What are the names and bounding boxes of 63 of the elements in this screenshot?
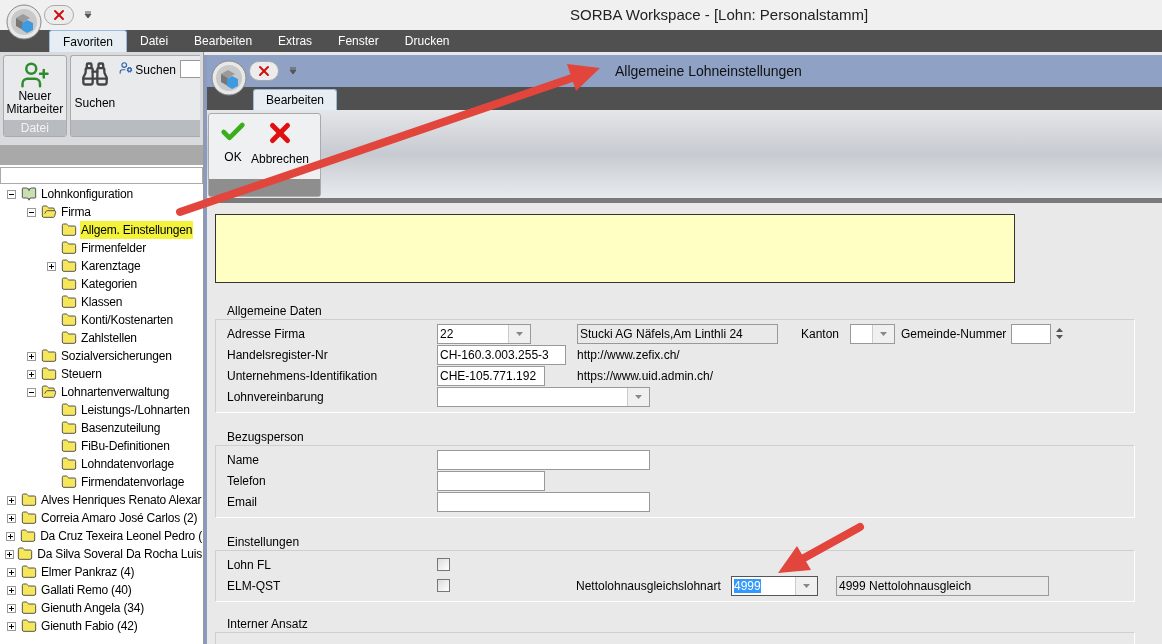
field-label: Name <box>227 451 260 469</box>
tree-item[interactable]: Konti/Kostenarten <box>80 311 174 329</box>
field-label: Lohnvereinbarung <box>227 388 325 406</box>
field-label: Gemeinde-Nummer <box>901 325 1008 343</box>
tree-item[interactable]: Alves Henriques Renato Alexar <box>40 491 203 509</box>
tree-item[interactable]: Klassen <box>80 293 124 311</box>
tree-item[interactable]: Da Silva Soveral Da Rocha Luis <box>36 545 203 563</box>
field-label: Nettolohnausgleichslohnart <box>576 577 722 595</box>
tree-item[interactable]: Correia Amaro José Carlos (2) <box>40 509 199 527</box>
tree-item[interactable]: Firmendatenvorlage <box>80 473 186 491</box>
tree-item[interactable]: Sozialversicherungen <box>60 347 173 365</box>
menu-tab[interactable]: Bearbeiten <box>181 30 266 52</box>
menu-tab[interactable]: Favoriten <box>49 30 128 52</box>
tree-item[interactable]: Firma <box>60 203 92 221</box>
tree-item[interactable]: Lohnkonfiguration <box>40 185 134 203</box>
field-label: Email <box>227 493 258 511</box>
field-label: Lohn FL <box>227 556 273 574</box>
tree-item[interactable]: Da Cruz Texeira Leonel Pedro ( <box>39 527 203 545</box>
tree-item[interactable]: Basenzuteilung <box>80 419 162 437</box>
ok-button[interactable]: OK <box>219 118 247 179</box>
field-label: ELM-QST <box>227 577 282 595</box>
tree-item[interactable]: Karenztage <box>80 257 142 275</box>
search-button[interactable]: Suchen <box>70 56 120 120</box>
tree-item[interactable]: Gienuth Angela (34) <box>40 599 145 617</box>
section-title: Interner Ansatz <box>227 616 309 632</box>
field-label: Adresse Firma <box>227 325 307 343</box>
tree-item[interactable]: Elmer Pankraz (4) <box>40 563 136 581</box>
field-label: Kanton <box>801 325 841 343</box>
tree-item[interactable]: Firmenfelder <box>80 239 147 257</box>
text-field[interactable]: CH-160.3.003.255-3 <box>437 344 566 365</box>
tree-item[interactable]: Zahlstellen <box>80 329 138 347</box>
section-title: Einstellungen <box>227 534 301 550</box>
tree-item[interactable]: Steuern <box>60 365 103 383</box>
section-title: Allgemeine Daten <box>227 303 323 319</box>
cancel-button[interactable]: Abbrechen <box>251 118 310 179</box>
search-small-button[interactable]: Suchen <box>119 56 176 120</box>
tree-item[interactable]: Gienuth Fabio (42) <box>40 617 139 635</box>
tree-item[interactable]: Gallati Remo (40) <box>40 581 133 599</box>
field-label: Handelsregister-Nr <box>227 346 329 364</box>
menu-tab[interactable]: Fenster <box>325 30 392 52</box>
window-title: SORBA Workspace - [Lohn: Personalstamm] <box>570 4 869 25</box>
tree-item[interactable]: Lohnartenverwaltung <box>60 383 171 401</box>
tree-item[interactable]: Kategorien <box>80 275 139 293</box>
field-label: Unternehmens-Identifikation <box>227 367 379 385</box>
tree-item[interactable]: Allgem. Einstellungen <box>80 221 194 239</box>
tree-item[interactable]: Leistungs-/Lohnarten <box>80 401 191 419</box>
address-combo[interactable]: 22 <box>437 323 531 344</box>
field-label: Telefon <box>227 472 267 490</box>
dialog-title: Allgemeine Lohneinstellungen <box>615 61 802 81</box>
section-title: Bezugsperson <box>227 429 305 445</box>
group-caption: Datei <box>4 120 66 136</box>
link[interactable]: http://www.zefix.ch/ <box>577 345 680 364</box>
menu-tab[interactable]: Datei <box>127 30 182 52</box>
tree-item[interactable]: Lohndatenvorlage <box>80 455 175 473</box>
address-display-field: Stucki AG Näfels,Am Linthli 24 <box>577 323 778 344</box>
wage-type-display-field: 4999 Nettolohnausgleich <box>836 575 1049 596</box>
new-employee-button[interactable]: Neuer Mitarbeiter <box>4 56 66 120</box>
text-field[interactable]: CHE-105.771.192 <box>437 365 545 386</box>
link[interactable]: https://www.uid.admin.ch/ <box>577 366 714 385</box>
menu-tab[interactable]: Drucken <box>391 30 463 52</box>
menu-tab[interactable]: Extras <box>265 30 326 52</box>
tree-item[interactable]: FiBu-Definitionen <box>80 437 171 455</box>
ribbon-tab[interactable]: Bearbeiten <box>253 89 338 110</box>
